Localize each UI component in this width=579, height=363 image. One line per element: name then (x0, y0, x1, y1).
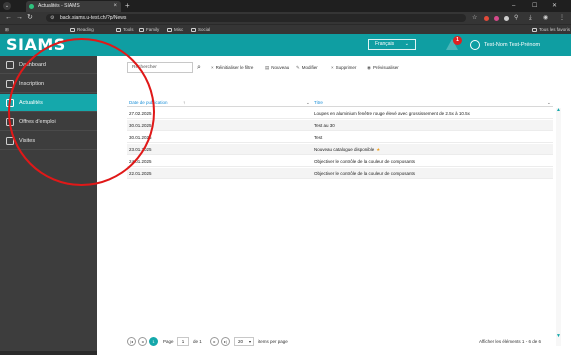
folder-icon (116, 28, 121, 32)
language-value: Français (375, 41, 395, 47)
chevron-down-icon: ⌄ (404, 41, 409, 47)
user-name: Test-Nom Test-Prénom (484, 42, 541, 48)
table-row[interactable]: 24.01.2025 Objectiver le contrôle de la c… (127, 156, 553, 167)
close-icon: × (331, 65, 334, 70)
filter-caret-icon[interactable]: ⌄ (306, 98, 310, 107)
minimize-icon[interactable]: – (512, 0, 515, 12)
forward-icon[interactable]: → (16, 12, 23, 24)
site-info-icon[interactable]: ⚙ (50, 14, 54, 22)
page-margin (0, 355, 579, 363)
eye-icon: ◉ (367, 65, 371, 70)
last-page-button[interactable]: ▸| (221, 337, 230, 346)
page-of-label: de 1 (193, 339, 202, 344)
menu-kebab-icon[interactable]: ⋮ (559, 12, 565, 24)
column-header-title[interactable]: Titre (314, 98, 323, 107)
address-bar[interactable]: ⚙ back.siams.u-test.ch/?p/News (46, 14, 466, 22)
profile-icon[interactable]: ◉ (543, 12, 548, 24)
scroll-up-icon[interactable]: ▲ (556, 108, 561, 113)
new-button[interactable]: ▤ Nouveau (265, 62, 289, 73)
star-icon: ★ (376, 147, 381, 152)
alert-count-badge: 1 (453, 36, 462, 45)
sort-up-icon[interactable]: ↑ (183, 98, 185, 107)
pager-summary: Afficher les éléments 1 - 6 de 6 (479, 339, 541, 344)
folder-icon (139, 28, 144, 32)
table-row[interactable]: 27.02.2025 Loupes en aluminium fenêtre ro… (127, 108, 553, 119)
table-row[interactable]: 23.01.2025 Nouveau catalogue disponible ★ (127, 144, 553, 155)
back-icon[interactable]: ← (5, 12, 12, 24)
table-row[interactable]: 22.01.2025 Objectiver le contrôle de la c… (127, 168, 553, 179)
red-circle-annotation (8, 38, 155, 186)
user-menu[interactable]: Test-Nom Test-Prénom (470, 39, 540, 51)
extensions-puzzle-icon[interactable]: ⚲ (514, 12, 518, 24)
reload-icon[interactable]: ↻ (27, 12, 33, 24)
close-window-icon[interactable]: ✕ (552, 0, 557, 12)
page-size-select[interactable]: 20 ▾ (234, 337, 254, 346)
alerts-button[interactable]: 1 (446, 36, 462, 51)
document-icon: ▤ (265, 65, 270, 70)
new-tab-icon[interactable]: + (125, 0, 130, 12)
current-page-button[interactable]: 1 (149, 337, 158, 346)
folder-icon (191, 28, 196, 32)
grid-scrollbar[interactable] (556, 108, 561, 346)
user-icon (470, 40, 480, 50)
browser-tab[interactable]: Actualités - SIAMS × (26, 1, 121, 12)
bookmark-star-icon[interactable]: ☆ (472, 12, 477, 24)
extension-icon[interactable] (504, 16, 509, 21)
downloads-icon[interactable]: ⤓ (529, 12, 532, 24)
folder-icon (70, 28, 75, 32)
table-row[interactable]: 30.01.2025 Test (127, 132, 553, 143)
page-margin (571, 0, 579, 363)
delete-button[interactable]: × Supprimer (331, 62, 356, 73)
folder-icon (167, 28, 172, 32)
folder-icon (532, 28, 537, 32)
page-label: Page (163, 339, 174, 344)
page-input[interactable]: 1 (177, 337, 189, 346)
grid-header: Date de publication ↑ ⌄ Titre ⌄ (127, 98, 553, 107)
first-page-button[interactable]: |◂ (127, 337, 136, 346)
table-row[interactable]: 30.01.2025 Test au 30 (127, 120, 553, 131)
extension-icon[interactable] (484, 16, 489, 21)
favicon-icon (29, 4, 34, 9)
preview-button[interactable]: ◉ Prévisualiser (367, 62, 399, 73)
close-icon: × (211, 65, 214, 70)
tab-bar: ⌄ Actualités - SIAMS × + – ☐ ✕ (0, 0, 571, 12)
language-select[interactable]: Français ⌄ (368, 39, 416, 50)
tab-title: Actualités - SIAMS (38, 3, 80, 9)
edit-button[interactable]: ✎ Modifier (296, 62, 318, 73)
chevron-down-icon: ▾ (248, 339, 251, 344)
url-text: back.siams.u-test.ch/?p/News (60, 15, 127, 21)
browser-toolbar: ← → ↻ ⚙ back.siams.u-test.ch/?p/News ☆ ⚲… (0, 12, 571, 24)
close-tab-icon[interactable]: × (113, 1, 117, 12)
edit-icon: ✎ (296, 65, 300, 70)
tab-search-icon[interactable]: ⌄ (3, 2, 11, 10)
browser-window: ⌄ Actualités - SIAMS × + – ☐ ✕ ← → ↻ ⚙ b… (0, 0, 571, 363)
extension-icon[interactable] (494, 16, 499, 21)
items-per-page-label: items per page (258, 339, 288, 344)
main-content: Rechercher ⌕ × Réinitialiser le filtre ▤ N… (97, 56, 571, 355)
filter-caret-icon[interactable]: ⌄ (547, 98, 551, 107)
next-page-button[interactable]: ▸ (210, 337, 219, 346)
prev-page-button[interactable]: ◂ (138, 337, 147, 346)
bookmarks-bar: ⊞ Reading Tools Family Misc Social Tous … (0, 24, 571, 34)
search-icon[interactable]: ⌕ (193, 62, 205, 73)
pager: |◂ ◂ 1 Page 1 de 1 ▸ ▸| 20 ▾ items per pa… (127, 337, 557, 347)
restore-icon[interactable]: ☐ (532, 0, 537, 12)
reset-filter-button[interactable]: × Réinitialiser le filtre (211, 62, 253, 73)
home-icon (6, 61, 14, 69)
